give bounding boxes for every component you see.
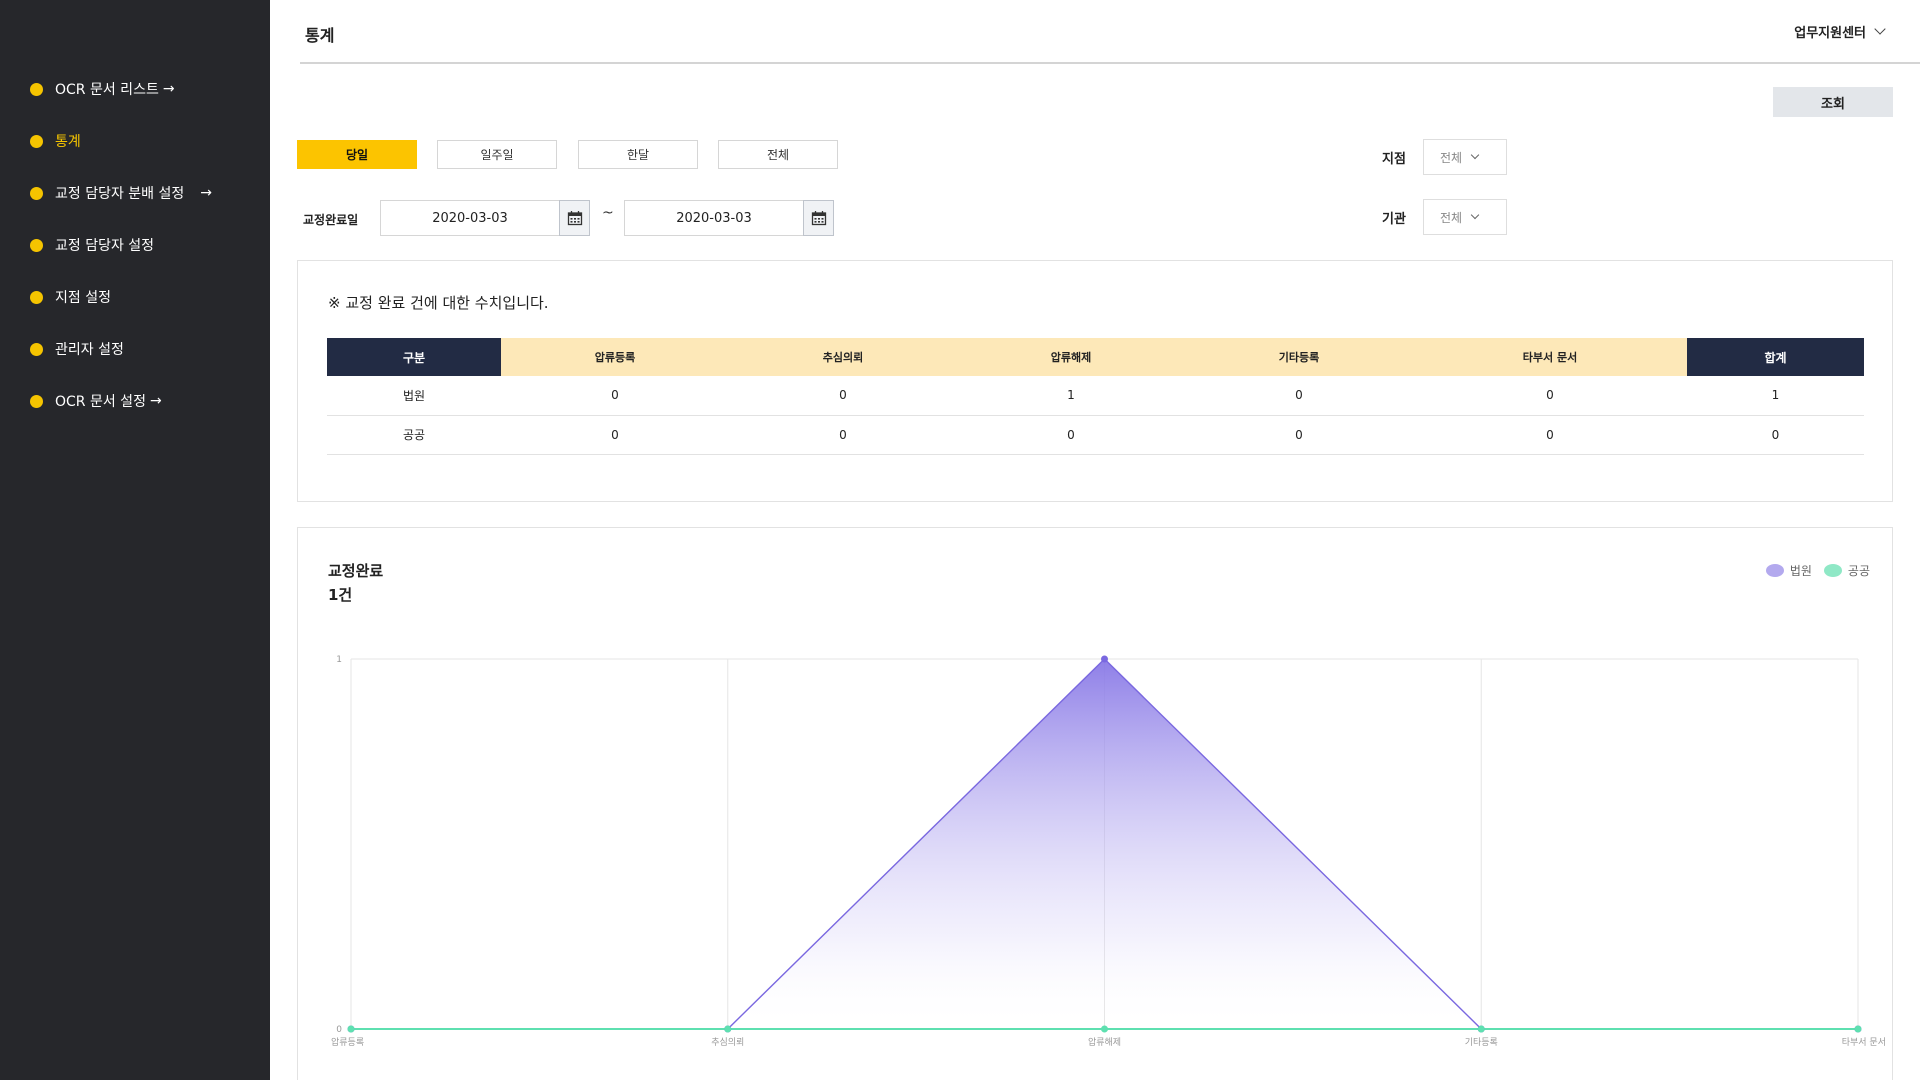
sidebar-item-label: OCR 문서 리스트 xyxy=(55,82,159,98)
table-header-row: 구분 압류등록 추심의뢰 압류해제 기타등록 타부서 문서 합계 xyxy=(327,338,1864,376)
table-cell: 법원 xyxy=(327,376,501,416)
data-point-public xyxy=(1477,1025,1485,1033)
main-content: 통계 업무지원센터 조회 당일 일주일 한달 전체 지점 전체 기관 전체 교정… xyxy=(270,0,1920,1080)
x-tick-label: 압류등록 xyxy=(331,1036,364,1048)
table-row: 공공 0 0 0 0 0 0 xyxy=(327,415,1864,455)
page-title: 통계 xyxy=(305,26,335,45)
table-cell: 0 xyxy=(1413,376,1687,416)
x-tick-label: 타부서 문서 xyxy=(1842,1037,1886,1048)
branch-select[interactable]: 전체 xyxy=(1423,139,1507,175)
column-header: 구분 xyxy=(327,338,501,376)
branch-select-value: 전체 xyxy=(1440,150,1463,165)
data-point-court xyxy=(1101,655,1108,663)
search-button[interactable]: 조회 xyxy=(1773,87,1893,117)
bullet-icon xyxy=(30,342,43,356)
x-tick-label: 추심의뢰 xyxy=(711,1037,744,1048)
table-cell: 0 xyxy=(1413,415,1687,455)
table-cell: 0 xyxy=(501,376,729,416)
calendar-icon[interactable] xyxy=(803,200,834,236)
date-range-label: 교정완료일 xyxy=(303,213,359,227)
table-cell: 0 xyxy=(501,415,729,455)
column-header: 기타등록 xyxy=(1185,338,1413,376)
bullet-icon xyxy=(30,290,43,304)
arrow-right-icon: → xyxy=(149,393,162,409)
chart-card: 교정완료 1건 법원 공공 0 1 압류등록 추심의뢰 압류해제 기타등록 타부… xyxy=(297,527,1893,1080)
column-header: 합계 xyxy=(1687,338,1864,376)
area-chart: 0 1 압류등록 추심의뢰 압류해제 기타등록 타부서 문서 xyxy=(331,655,1886,1048)
summary-notice: ※ 교정 완료 건에 대한 수치입니다. xyxy=(328,294,549,312)
sidebar-item-ocr-document-settings[interactable]: OCR 문서 설정 → xyxy=(30,386,162,416)
sidebar-item-label: 교정 담당자 설정 xyxy=(55,238,155,254)
table-cell: 공공 xyxy=(327,415,501,455)
summary-table: 구분 압류등록 추심의뢰 압류해제 기타등록 타부서 문서 합계 법원 0 0 … xyxy=(327,338,1864,455)
table-row: 법원 0 0 1 0 0 1 xyxy=(327,376,1864,416)
period-today-button[interactable]: 당일 xyxy=(297,140,417,169)
sidebar-item-admin-settings[interactable]: 관리자 설정 xyxy=(30,334,124,364)
chevron-down-icon xyxy=(1470,210,1480,220)
column-header: 타부서 문서 xyxy=(1413,338,1687,376)
x-tick-label: 기타등록 xyxy=(1465,1037,1498,1048)
chevron-down-icon xyxy=(1874,23,1886,35)
bullet-icon xyxy=(30,134,43,148)
chevron-down-icon xyxy=(1470,150,1480,160)
bullet-icon xyxy=(30,186,43,200)
data-point-public xyxy=(347,1025,355,1033)
bullet-icon xyxy=(30,238,43,252)
table-cell: 1 xyxy=(1687,376,1864,416)
table-cell: 0 xyxy=(1185,376,1413,416)
date-from-input[interactable] xyxy=(380,200,560,236)
y-tick-label: 0 xyxy=(336,1025,342,1035)
arrow-right-icon: → xyxy=(162,81,175,97)
bullet-icon xyxy=(30,82,43,96)
branch-label: 지점 xyxy=(1382,152,1406,167)
user-menu-label: 업무지원센터 xyxy=(1794,26,1866,41)
sidebar-item-label: 지점 설정 xyxy=(55,290,111,306)
y-tick-label: 1 xyxy=(336,655,342,665)
data-point-public xyxy=(1101,1025,1108,1033)
column-header: 압류등록 xyxy=(501,338,729,376)
table-cell: 0 xyxy=(1687,415,1864,455)
sidebar-item-proofreader-settings[interactable]: 교정 담당자 설정 xyxy=(30,230,154,260)
data-point-public xyxy=(724,1025,732,1033)
column-header: 압류해제 xyxy=(957,338,1185,376)
period-week-button[interactable]: 일주일 xyxy=(437,140,557,169)
calendar-icon[interactable] xyxy=(559,200,590,236)
agency-select-value: 전체 xyxy=(1440,210,1463,225)
sidebar-item-label: OCR 문서 설정 xyxy=(55,394,146,410)
date-to-input[interactable] xyxy=(624,200,804,236)
header-divider xyxy=(300,62,1920,64)
sidebar-item-branch-settings[interactable]: 지점 설정 xyxy=(30,282,111,312)
agency-select[interactable]: 전체 xyxy=(1423,199,1507,235)
sidebar: OCR 문서 리스트 → 통계 교정 담당자 분배 설정 → 교정 담당자 설정… xyxy=(0,0,270,1080)
column-header: 추심의뢰 xyxy=(729,338,957,376)
agency-label: 기관 xyxy=(1382,212,1406,227)
series-area-court xyxy=(351,659,1858,1029)
user-menu[interactable]: 업무지원센터 xyxy=(1794,22,1886,41)
period-all-button[interactable]: 전체 xyxy=(718,140,838,169)
sidebar-item-statistics[interactable]: 통계 xyxy=(30,126,81,156)
sidebar-item-label: 관리자 설정 xyxy=(55,342,124,358)
data-point-public xyxy=(1854,1025,1862,1033)
table-cell: 0 xyxy=(1185,415,1413,455)
bullet-icon xyxy=(30,394,43,408)
sidebar-item-ocr-document-list[interactable]: OCR 문서 리스트 → xyxy=(30,74,175,104)
table-cell: 0 xyxy=(729,376,957,416)
sidebar-item-label: 교정 담당자 분배 설정 xyxy=(55,186,185,202)
sidebar-item-proofreader-distribution[interactable]: 교정 담당자 분배 설정 → xyxy=(30,178,212,208)
x-tick-label: 압류해제 xyxy=(1088,1036,1121,1048)
summary-card: ※ 교정 완료 건에 대한 수치입니다. 구분 압류등록 추심의뢰 압류해제 기… xyxy=(297,260,1893,502)
arrow-right-icon: → xyxy=(200,185,213,201)
period-month-button[interactable]: 한달 xyxy=(578,140,698,169)
table-cell: 0 xyxy=(957,415,1185,455)
sidebar-item-label: 통계 xyxy=(55,134,81,150)
table-cell: 0 xyxy=(729,415,957,455)
date-range-separator: ~ xyxy=(602,205,614,221)
table-cell: 1 xyxy=(957,376,1185,416)
